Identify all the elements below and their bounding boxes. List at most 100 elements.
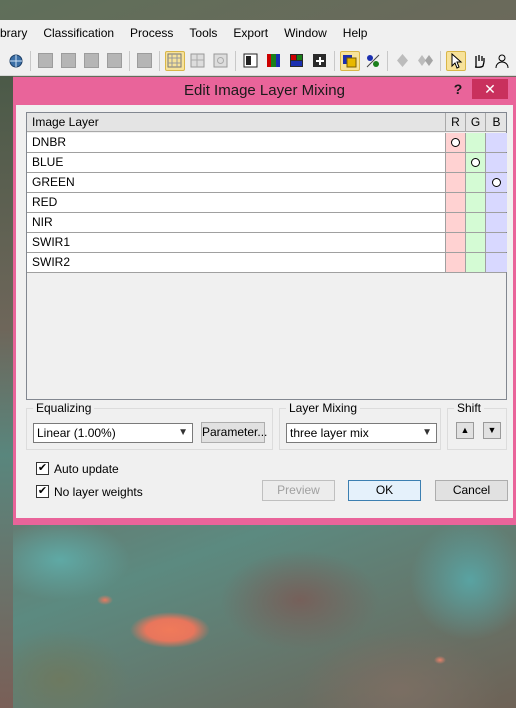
menu-process[interactable]: Process (122, 20, 181, 46)
dialog-title: Edit Image Layer Mixing (184, 82, 345, 99)
menu-window[interactable]: Window (276, 20, 335, 46)
table-row[interactable]: SWIR2 (27, 253, 507, 273)
auto-update-checkbox[interactable]: ✔ (36, 462, 49, 475)
preview-button[interactable]: Preview (262, 480, 335, 501)
table-row[interactable]: GREEN (27, 173, 507, 193)
layer-name: BLUE (27, 153, 446, 172)
layer-mixing-group: Layer Mixing three layer mix ▼ (279, 401, 441, 450)
view-rgb-icon[interactable] (264, 51, 284, 71)
shift-up-button[interactable]: ▲ (456, 422, 474, 439)
column-header-b[interactable]: B (486, 113, 507, 132)
toolbar-separator (235, 50, 236, 71)
close-button[interactable]: ✕ (472, 79, 508, 99)
channel-g-cell[interactable] (466, 153, 486, 172)
table-row[interactable]: RED (27, 193, 507, 213)
channel-b-cell[interactable] (486, 153, 507, 172)
layer-mixing-label: Layer Mixing (286, 401, 361, 415)
cancel-button[interactable]: Cancel (435, 480, 508, 501)
toolbar-separator (334, 50, 335, 71)
toolbar-separator (129, 50, 130, 71)
channel-g-cell[interactable] (466, 133, 486, 152)
table-row[interactable]: NIR (27, 213, 507, 233)
globe-icon[interactable] (6, 51, 26, 71)
channel-g-cell[interactable] (466, 173, 486, 192)
equalizing-value: Linear (1.00%) (37, 426, 116, 440)
channel-r-cell[interactable] (446, 153, 466, 172)
edit-layer-mixing-dialog: Edit Image Layer Mixing ? ✕ Image Layer … (13, 77, 516, 525)
channel-b-cell[interactable] (486, 253, 507, 272)
view-add-icon[interactable] (310, 51, 330, 71)
layer-e-icon[interactable] (135, 51, 155, 71)
diamond-icon[interactable] (393, 51, 413, 71)
user-edit-icon[interactable] (492, 51, 512, 71)
channel-r-cell[interactable] (446, 133, 466, 152)
view-single-icon[interactable] (241, 51, 261, 71)
channel-b-cell[interactable] (486, 173, 507, 192)
layer-mixing-value: three layer mix (290, 426, 369, 440)
channel-g-cell[interactable] (466, 253, 486, 272)
toolbar-separator (387, 50, 388, 71)
layers-active-icon[interactable] (339, 50, 360, 71)
column-header-g[interactable]: G (466, 113, 486, 132)
radio-selected-icon (471, 158, 480, 167)
shift-down-button[interactable]: ▼ (483, 422, 501, 439)
channel-r-cell[interactable] (446, 213, 466, 232)
pointer-active-icon[interactable] (445, 50, 466, 71)
menu-library[interactable]: brary (0, 20, 35, 46)
chevron-down-icon: ▼ (422, 427, 432, 438)
toolbar-separator (440, 50, 441, 71)
parameter-button[interactable]: Parameter... (201, 422, 267, 443)
view-split-icon[interactable] (287, 51, 307, 71)
layer-c-icon[interactable] (82, 51, 102, 71)
layer-mixing-select[interactable]: three layer mix ▼ (286, 423, 437, 443)
layer-b-icon[interactable] (59, 51, 79, 71)
menu-tools[interactable]: Tools (181, 20, 225, 46)
image-edge (0, 76, 13, 708)
column-header-image-layer[interactable]: Image Layer (27, 113, 446, 132)
no-layer-weights-checkbox[interactable]: ✔ (36, 485, 49, 498)
auto-update-label: Auto update (54, 462, 119, 476)
grid-b-icon[interactable] (211, 51, 231, 71)
hand-icon[interactable] (469, 51, 489, 71)
menu-bar: brary Classification Process Tools Expor… (0, 20, 516, 46)
menu-classification[interactable]: Classification (35, 20, 122, 46)
layer-table: Image Layer R G B DNBR BLUE GREEN RED NIR SWI… (26, 112, 507, 400)
dialog-body: Image Layer R G B DNBR BLUE GREEN RED NIR SWI… (16, 105, 513, 518)
table-row[interactable]: DNBR (27, 133, 507, 153)
diamonds-icon[interactable] (416, 51, 436, 71)
column-header-r[interactable]: R (446, 113, 466, 132)
chevron-down-icon: ▼ (178, 427, 188, 438)
channel-r-cell[interactable] (446, 233, 466, 252)
channel-r-cell[interactable] (446, 253, 466, 272)
no-layer-weights-label: No layer weights (54, 485, 143, 499)
channel-r-cell[interactable] (446, 193, 466, 212)
grid-icon[interactable] (188, 51, 208, 71)
layer-name: RED (27, 193, 446, 212)
shift-label: Shift (454, 401, 485, 415)
layer-name: SWIR2 (27, 253, 446, 272)
layer-d-icon[interactable] (105, 51, 125, 71)
layer-name: DNBR (27, 133, 446, 152)
menu-export[interactable]: Export (225, 20, 276, 46)
shift-group: Shift ▲ ▼ (447, 401, 507, 450)
channel-g-cell[interactable] (466, 233, 486, 252)
grid-active-icon[interactable] (164, 50, 185, 71)
channel-g-cell[interactable] (466, 193, 486, 212)
table-row[interactable]: BLUE (27, 153, 507, 173)
help-button[interactable]: ? (450, 80, 466, 98)
toolbar-separator (30, 50, 31, 71)
channel-g-cell[interactable] (466, 213, 486, 232)
table-row[interactable]: SWIR1 (27, 233, 507, 253)
channel-b-cell[interactable] (486, 193, 507, 212)
ok-button[interactable]: OK (348, 480, 421, 501)
shuffle-icon[interactable] (363, 51, 383, 71)
channel-b-cell[interactable] (486, 213, 507, 232)
layer-a-icon[interactable] (36, 51, 56, 71)
channel-b-cell[interactable] (486, 133, 507, 152)
channel-r-cell[interactable] (446, 173, 466, 192)
equalizing-label: Equalizing (33, 401, 95, 415)
channel-b-cell[interactable] (486, 233, 507, 252)
menu-help[interactable]: Help (335, 20, 376, 46)
equalizing-select[interactable]: Linear (1.00%) ▼ (33, 423, 193, 443)
toolbar (0, 46, 516, 76)
